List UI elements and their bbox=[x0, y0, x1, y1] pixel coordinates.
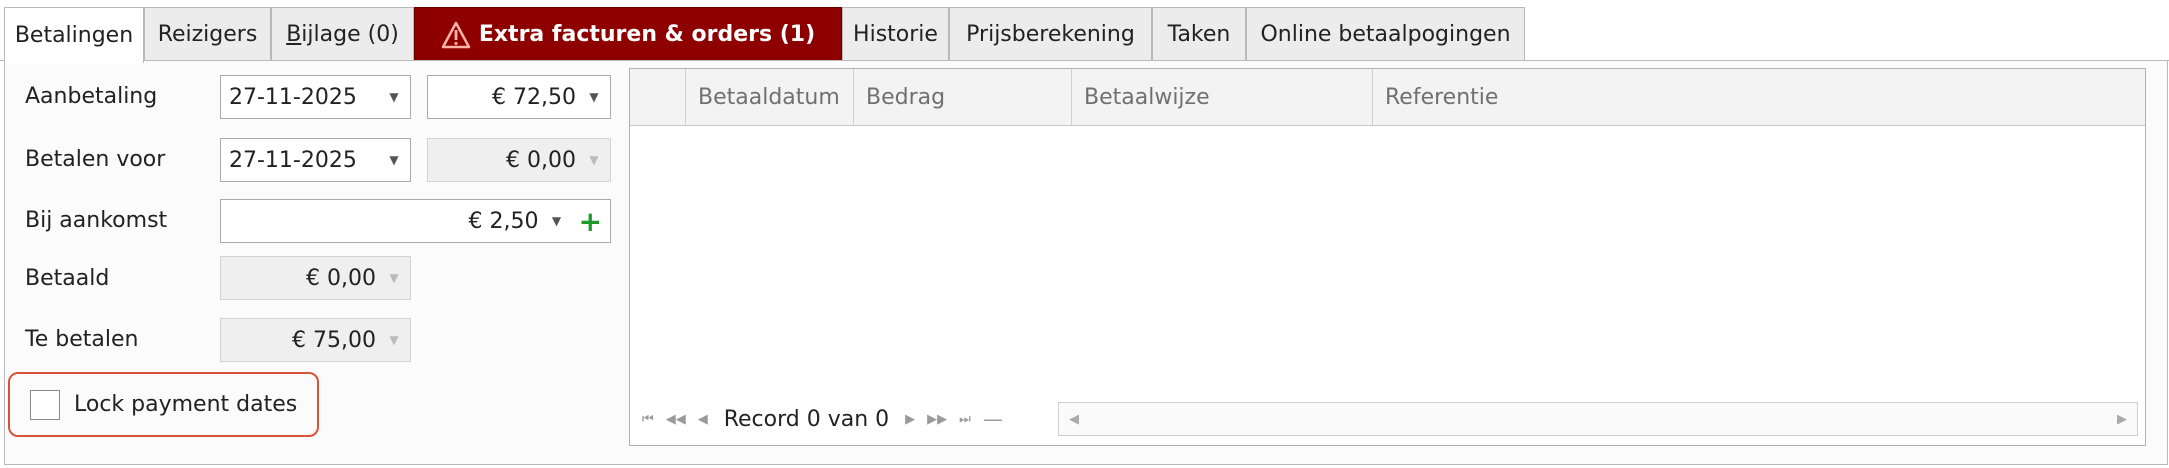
te-betalen-label: Te betalen bbox=[25, 327, 139, 352]
tab-label: Extra facturen & orders (1) bbox=[478, 22, 816, 47]
column-header-referentie[interactable]: Referentie bbox=[1372, 69, 2145, 125]
tab-label: Online betaalpogingen bbox=[1260, 22, 1511, 47]
previous-page-icon[interactable]: ◀◀ bbox=[666, 412, 686, 427]
lock-payment-dates-group: Lock payment dates bbox=[8, 372, 319, 437]
tab-label: Prijsberekening bbox=[966, 22, 1135, 47]
betalen-voor-date-field[interactable]: 27-11-2025 ▼ bbox=[220, 138, 411, 182]
plus-icon[interactable]: + bbox=[579, 205, 602, 238]
tab-label: Historie bbox=[853, 22, 938, 47]
chevron-down-icon[interactable]: ▼ bbox=[386, 153, 402, 167]
lock-payment-dates-label[interactable]: Lock payment dates bbox=[74, 392, 297, 417]
chevron-down-icon[interactable]: ▼ bbox=[586, 90, 602, 104]
chevron-down-icon[interactable]: ▼ bbox=[386, 90, 402, 104]
last-record-icon[interactable]: ⏭ bbox=[959, 412, 971, 427]
payments-grid: Betaaldatum Bedrag Betaalwijze Referenti… bbox=[629, 68, 2146, 446]
chevron-down-icon: ▼ bbox=[389, 271, 399, 285]
betaald-label: Betaald bbox=[25, 266, 110, 291]
previous-record-icon[interactable]: ◀ bbox=[698, 412, 708, 427]
betalen-voor-label: Betalen voor bbox=[25, 147, 166, 172]
betaald-amount-value: € 0,00 bbox=[306, 265, 376, 291]
aanbetaling-label: Aanbetaling bbox=[25, 84, 158, 109]
aanbetaling-amount-field[interactable]: € 72,50 ▼ bbox=[427, 75, 611, 119]
tab-label: Betalingen bbox=[14, 23, 134, 48]
bij-aankomst-amount-value: € 2,50 bbox=[468, 208, 539, 234]
tab-bijlage[interactable]: Bijlage (0) bbox=[271, 7, 414, 61]
chevron-down-icon: ▼ bbox=[389, 333, 399, 347]
tab-betalingen[interactable]: Betalingen bbox=[4, 7, 144, 63]
tab-extra-facturen[interactable]: Extra facturen & orders (1) bbox=[414, 7, 842, 61]
aanbetaling-amount-value: € 72,50 bbox=[492, 84, 576, 110]
record-counter: Record 0 van 0 bbox=[723, 406, 890, 432]
aanbetaling-date-value: 27-11-2025 bbox=[229, 84, 357, 110]
tab-label: Reizigers bbox=[157, 22, 258, 47]
delete-record-icon[interactable]: — bbox=[983, 407, 1003, 431]
first-record-icon[interactable]: ⏮ bbox=[642, 412, 654, 427]
horizontal-scrollbar[interactable]: ◀ ▶ bbox=[1058, 402, 2138, 436]
grid-header: Betaaldatum Bedrag Betaalwijze Referenti… bbox=[630, 69, 2145, 126]
grid-indicator-column bbox=[630, 69, 685, 125]
scroll-left-icon[interactable]: ◀ bbox=[1069, 412, 1079, 427]
tab-label: Taken bbox=[1167, 22, 1231, 47]
grid-navigator: ⏮ ◀◀ ◀ Record 0 van 0 ▶ ▶▶ ⏭ — ◀ ▶ bbox=[630, 393, 2145, 445]
betalen-voor-amount-value: € 0,00 bbox=[506, 147, 576, 173]
bij-aankomst-amount-field[interactable]: € 2,50 ▼ + bbox=[220, 199, 611, 243]
tab-strip-border bbox=[0, 60, 2169, 61]
lock-payment-dates-checkbox[interactable] bbox=[30, 389, 60, 420]
betaald-amount-field: € 0,00 ▼ bbox=[220, 256, 411, 300]
aanbetaling-date-field[interactable]: 27-11-2025 ▼ bbox=[220, 75, 411, 119]
betalen-voor-amount-field: € 0,00 ▼ bbox=[427, 138, 611, 182]
chevron-down-icon[interactable]: ▼ bbox=[549, 214, 565, 228]
column-header-betaaldatum[interactable]: Betaaldatum bbox=[685, 69, 853, 125]
tab-prijsberekening[interactable]: Prijsberekening bbox=[949, 7, 1152, 61]
te-betalen-amount-value: € 75,00 bbox=[292, 327, 376, 353]
tab-reizigers[interactable]: Reizigers bbox=[144, 7, 271, 61]
bij-aankomst-label: Bij aankomst bbox=[25, 208, 168, 233]
tab-online-betaalpogingen[interactable]: Online betaalpogingen bbox=[1246, 7, 1525, 61]
next-record-icon[interactable]: ▶ bbox=[905, 412, 915, 427]
tab-label: Bijlage (0) bbox=[286, 22, 399, 47]
betalen-voor-date-value: 27-11-2025 bbox=[229, 147, 357, 173]
scroll-right-icon[interactable]: ▶ bbox=[2117, 412, 2127, 427]
chevron-down-icon: ▼ bbox=[589, 153, 599, 167]
column-header-betaalwijze[interactable]: Betaalwijze bbox=[1071, 69, 1372, 125]
warning-icon bbox=[441, 21, 471, 48]
tab-taken[interactable]: Taken bbox=[1152, 7, 1246, 61]
tab-historie[interactable]: Historie bbox=[842, 7, 949, 61]
te-betalen-amount-field: € 75,00 ▼ bbox=[220, 318, 411, 362]
next-page-icon[interactable]: ▶▶ bbox=[927, 412, 947, 427]
column-header-bedrag[interactable]: Bedrag bbox=[853, 69, 1071, 125]
